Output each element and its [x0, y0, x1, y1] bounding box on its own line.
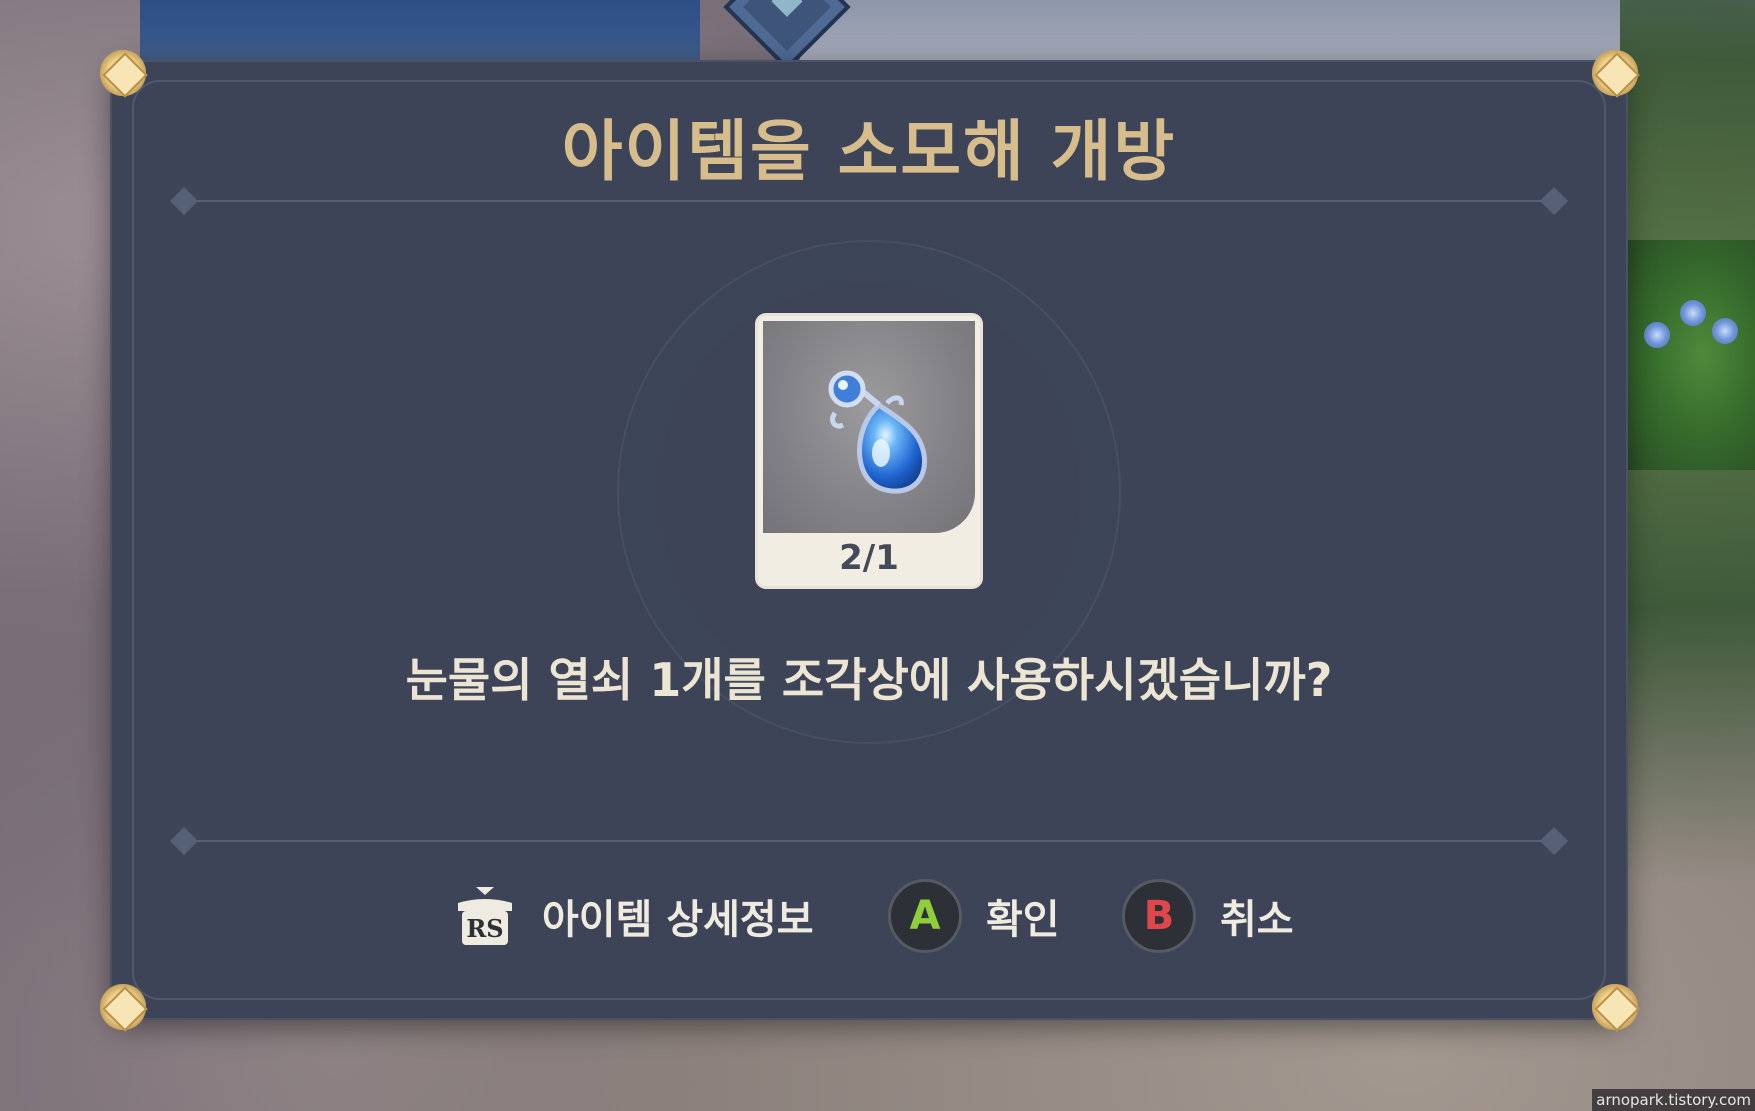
corner-ornament-icon	[100, 984, 146, 1030]
corner-ornament-icon	[100, 50, 146, 96]
background-waterfall	[140, 0, 700, 70]
a-button-text: A	[909, 893, 941, 939]
rs-text: RS	[466, 914, 503, 943]
confirm-label: 확인	[986, 897, 1060, 943]
confirm-action[interactable]: A 확인	[888, 876, 1060, 956]
title-divider	[169, 186, 1569, 216]
watermark: arnopark.tistory.com	[1592, 1089, 1755, 1111]
item-card[interactable]: 2/1	[758, 316, 980, 586]
background-rocks	[800, 0, 1620, 70]
action-bar: RS 아이템 상세정보 A 확인 B 취소	[112, 876, 1626, 956]
b-button-icon: B	[1122, 879, 1196, 953]
background-flower	[1712, 318, 1738, 344]
unlock-dialog: 아이템을 소모해 개방 2/1 눈물의 열쇠 1개를 조각상에 사용하시겠습니까…	[100, 50, 1638, 1030]
divider-ornament-icon	[1539, 826, 1569, 856]
item-details-action[interactable]: RS 아이템 상세정보	[452, 876, 814, 956]
corner-ornament-icon	[1592, 50, 1638, 96]
corner-ornament-icon	[1592, 984, 1638, 1030]
divider-ornament-icon	[169, 826, 199, 856]
bottom-divider	[169, 826, 1569, 856]
item-details-label: 아이템 상세정보	[542, 897, 814, 943]
background-flower	[1644, 322, 1670, 348]
dialog-title: 아이템을 소모해 개방	[561, 113, 1177, 190]
background-flower	[1680, 300, 1706, 326]
cancel-label: 취소	[1220, 897, 1294, 943]
confirm-question: 눈물의 열쇠 1개를 조각상에 사용하시겠습니까?	[405, 653, 1333, 707]
background-foliage	[1625, 240, 1755, 470]
a-button-icon: A	[888, 879, 962, 953]
rs-stick-icon: RS	[458, 887, 512, 945]
b-button-text: B	[1143, 893, 1175, 939]
cancel-action[interactable]: B 취소	[1122, 876, 1294, 956]
item-art	[763, 321, 975, 533]
item-count: 2/1	[839, 538, 899, 578]
tear-key-droplet-icon	[828, 370, 927, 494]
